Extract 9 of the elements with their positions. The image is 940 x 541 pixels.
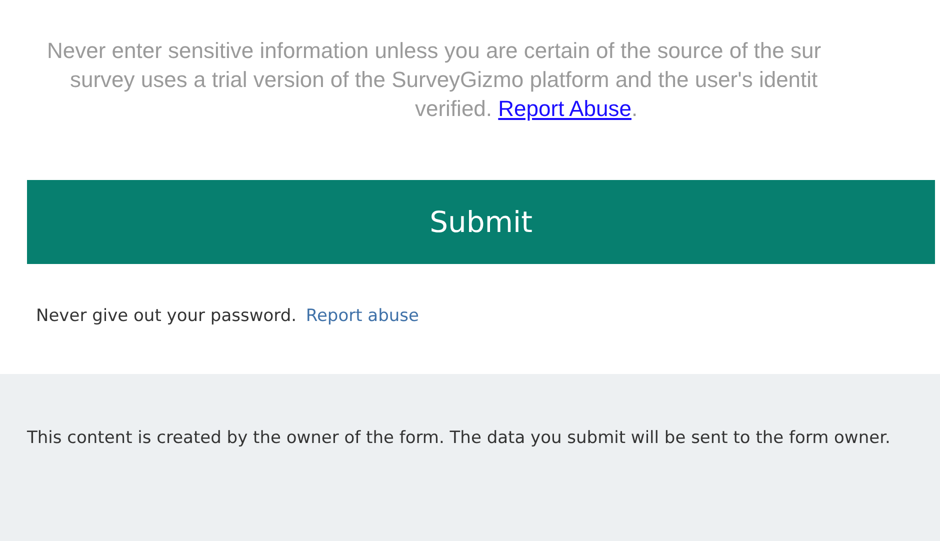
report-abuse-link[interactable]: Report Abuse <box>498 96 632 121</box>
notice-text: survey uses a trial version of the SurveyGizmo platform and the user's identit <box>69 66 819 94</box>
submit-button[interactable]: Submit <box>27 180 935 264</box>
footer-text: This content is created by the owner of the form. The data you submit will be sent to the form owner. <box>27 427 892 450</box>
notice-text: Never enter sensitive information unless you are certain of the source of the sur <box>46 37 822 65</box>
period-text: . <box>631 96 638 121</box>
report-abuse-link[interactable]: Report abuse <box>306 306 419 326</box>
password-warning-text: Never give out your password. <box>36 306 297 326</box>
notice-text: verified. <box>415 96 492 121</box>
